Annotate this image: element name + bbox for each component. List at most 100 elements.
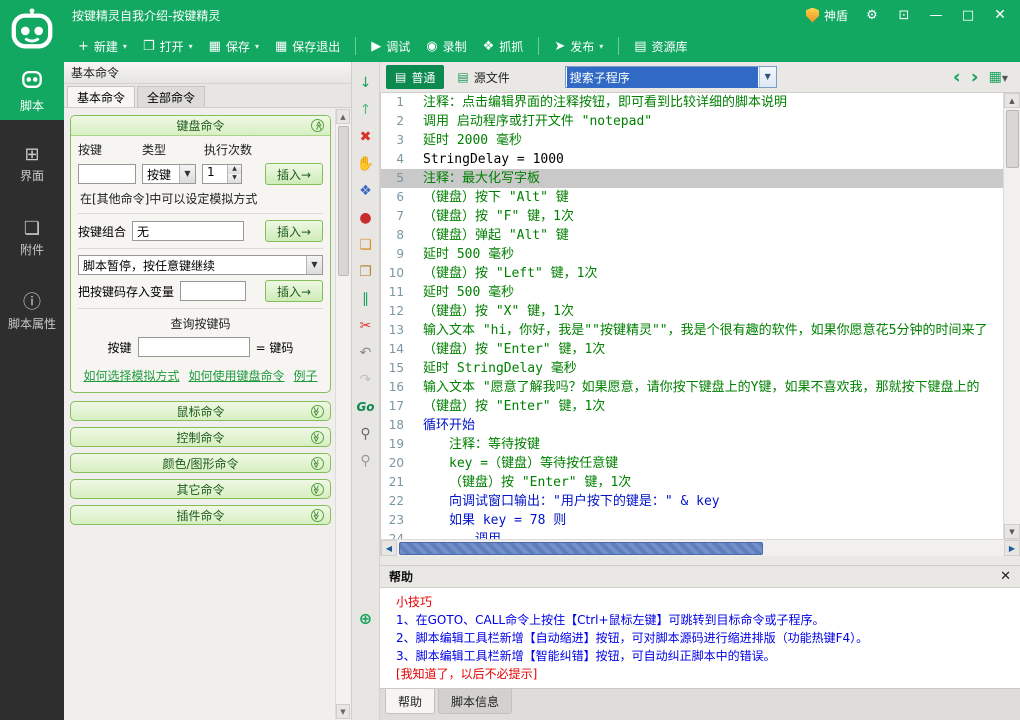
scrollbar-thumb[interactable] — [338, 126, 349, 276]
code-line[interactable]: 21（键盘）按 "Enter" 键，1次 — [381, 473, 1003, 492]
panel-scrollbar[interactable]: ▲ ▼ — [335, 109, 350, 719]
code-line[interactable]: 12（键盘）按 "X" 键，1次 — [381, 302, 1003, 321]
section-header[interactable]: 插件命令≪ — [70, 505, 331, 525]
spin-up-icon[interactable]: ▲ — [228, 165, 241, 174]
scroll-right-icon[interactable]: ▶ — [1004, 540, 1020, 556]
combo-dropdown-icon[interactable]: ▼ — [759, 67, 776, 87]
code-line[interactable]: 15延时 StringDelay 毫秒 — [381, 359, 1003, 378]
debug-button[interactable]: ▶调试 — [363, 33, 418, 60]
spin-down-icon[interactable]: ▼ — [228, 174, 241, 183]
move-line-down-icon[interactable]: ↓ — [356, 74, 376, 92]
save-exit-button[interactable]: ▦保存退出 — [267, 33, 348, 60]
view-layout-icon[interactable]: ▦▼ — [989, 69, 1008, 85]
record-button[interactable]: ◉录制 — [418, 33, 474, 60]
pause-mode-select[interactable]: 脚本暂停，按任意键继续 ▼ — [78, 255, 323, 275]
scroll-down-icon[interactable]: ▼ — [336, 704, 350, 719]
maximize-button[interactable]: □ — [960, 8, 976, 23]
new-button[interactable]: +新建▾ — [70, 33, 135, 60]
bottom-tab-help[interactable]: 帮助 — [385, 689, 435, 714]
code-line[interactable]: 4StringDelay = 1000 — [381, 150, 1003, 169]
expand-icon[interactable]: ≪ — [311, 431, 324, 444]
shield-badge[interactable]: 神盾 — [806, 7, 848, 24]
breakpoint-icon[interactable]: ● — [356, 209, 376, 227]
help-link[interactable]: 例子 — [294, 367, 318, 384]
code-line[interactable]: 14（键盘）按 "Enter" 键，1次 — [381, 340, 1003, 359]
code-line[interactable]: 19注释：等待按键 — [381, 435, 1003, 454]
code-line[interactable]: 9延时 500 毫秒 — [381, 245, 1003, 264]
nav-back-icon[interactable]: ‹ — [953, 68, 961, 87]
subroutine-search-combo[interactable]: 搜索子程序 ▼ — [565, 66, 777, 88]
embed-window-icon[interactable]: ⊡ — [896, 8, 912, 23]
insert-key-button[interactable]: 插入→ — [265, 163, 323, 185]
scroll-down-icon[interactable]: ▼ — [1004, 524, 1020, 539]
section-header-keyboard[interactable]: 键盘命令 ≪ — [71, 116, 330, 136]
key-combo-select[interactable]: 无 — [132, 221, 244, 241]
code-line[interactable]: 3延时 2000 毫秒 — [381, 131, 1003, 150]
code-line[interactable]: 2调用 启动程序或打开文件 "notepad" — [381, 112, 1003, 131]
sidebar-item-attachment[interactable]: ❏附件 — [0, 210, 64, 268]
library-button[interactable]: ▤资源库 — [626, 33, 695, 60]
help-link[interactable]: 如何使用键盘命令 — [188, 367, 284, 384]
code-line[interactable]: 8（键盘）弹起 "Alt" 键 — [381, 226, 1003, 245]
find-icon[interactable]: ⚲ — [356, 425, 376, 443]
copy-icon[interactable]: ❏ — [356, 236, 376, 254]
code-line[interactable]: 11延时 500 毫秒 — [381, 283, 1003, 302]
panel-tab[interactable]: 全部命令 — [137, 86, 205, 107]
close-button[interactable]: ✕ — [992, 7, 1008, 23]
publish-button[interactable]: ➤发布▾ — [546, 33, 611, 60]
code-line[interactable]: 6（键盘）按下 "Alt" 键 — [381, 188, 1003, 207]
scrollbar-thumb[interactable] — [1006, 110, 1019, 168]
expand-icon[interactable]: ≪ — [311, 405, 324, 418]
key-input[interactable] — [78, 164, 136, 184]
code-line[interactable]: 20key =（键盘）等待按任意键 — [381, 454, 1003, 473]
expand-icon[interactable]: ≪ — [311, 509, 324, 522]
open-button[interactable]: ❐打开▾ — [135, 33, 201, 60]
delete-line-icon[interactable]: ✖ — [356, 128, 376, 146]
tab-source-view[interactable]: ▤ 源文件 — [448, 65, 518, 89]
help-link[interactable]: 如何选择模拟方式 — [83, 367, 179, 384]
scroll-up-icon[interactable]: ▲ — [336, 109, 350, 124]
code-line[interactable]: 22向调试窗口输出："用户按下的键是：" & key — [381, 492, 1003, 511]
goto-icon[interactable]: Go — [356, 398, 376, 416]
expand-icon[interactable]: ≪ — [311, 457, 324, 470]
scroll-left-icon[interactable]: ◀ — [381, 540, 397, 556]
store-var-input[interactable] — [180, 281, 246, 301]
settings-gear-icon[interactable]: ⚙ — [864, 8, 880, 23]
editor-vscrollbar[interactable]: ▲ ▼ — [1003, 93, 1020, 539]
scrollbar-thumb[interactable] — [399, 542, 763, 555]
code-line[interactable]: 5注释：最大化写字板 — [381, 169, 1003, 188]
code-line[interactable]: 13输入文本 "hi，你好，我是""按键精灵""，我是个很有趣的软件，如果你愿意… — [381, 321, 1003, 340]
bottom-tab-script-info[interactable]: 脚本信息 — [438, 689, 512, 714]
code-line[interactable]: 10（键盘）按 "Left" 键，1次 — [381, 264, 1003, 283]
code-line[interactable]: 7（键盘）按 "F" 键，1次 — [381, 207, 1003, 226]
tab-normal-view[interactable]: ▤ 普通 — [386, 65, 444, 89]
insert-pause-button[interactable]: 插入→ — [265, 280, 323, 302]
section-header[interactable]: 鼠标命令≪ — [70, 401, 331, 421]
editor-hscrollbar[interactable]: ◀ ▶ — [380, 539, 1020, 556]
minimize-button[interactable]: — — [928, 8, 944, 23]
paste-icon[interactable]: ❐ — [356, 263, 376, 281]
code-line[interactable]: 24调用 — [381, 530, 1003, 539]
code-line[interactable]: 18循环开始 — [381, 416, 1003, 435]
save-button[interactable]: ▦保存▾ — [201, 33, 267, 60]
dropdown-arrow-icon[interactable]: ▼ — [179, 165, 195, 183]
query-key-input[interactable] — [138, 337, 250, 357]
key-type-select[interactable]: 按键 ▼ — [142, 164, 196, 184]
collapse-icon[interactable]: ≪ — [311, 119, 324, 132]
code-line[interactable]: 16输入文本 "愿意了解我吗？如果愿意，请你按下键盘上的Y键，如果不喜欢我，那就… — [381, 378, 1003, 397]
expand-icon[interactable]: ≪ — [311, 483, 324, 496]
undo-icon[interactable]: ↶ — [356, 344, 376, 362]
scroll-up-icon[interactable]: ▲ — [1004, 93, 1020, 108]
insert-combo-button[interactable]: 插入→ — [265, 220, 323, 242]
sidebar-item-script-props[interactable]: ⓘ脚本属性 — [0, 284, 64, 342]
code-line[interactable]: 17（键盘）按 "Enter" 键，1次 — [381, 397, 1003, 416]
sidebar-item-script[interactable]: 脚本 — [0, 62, 64, 120]
times-spinner[interactable]: 1 ▲▼ — [202, 164, 242, 184]
dropdown-arrow-icon[interactable]: ▼ — [306, 256, 322, 274]
section-header[interactable]: 颜色/图形命令≪ — [70, 453, 331, 473]
grab-button[interactable]: ❖抓抓 — [475, 33, 532, 60]
plugin-icon[interactable]: ❖ — [356, 182, 376, 200]
drag-hand-icon[interactable]: ✋ — [356, 155, 376, 173]
code-line[interactable]: 23如果 key = 78 则 — [381, 511, 1003, 530]
find-next-icon[interactable]: ⚲ — [356, 452, 376, 470]
